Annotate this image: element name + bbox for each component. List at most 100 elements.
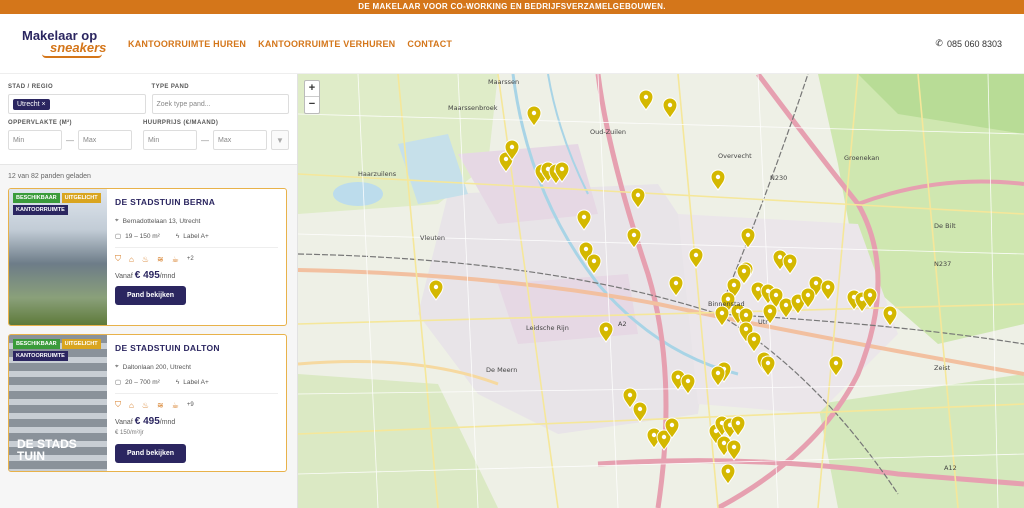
price-prefix: Vanaf	[115, 273, 133, 280]
map-pin-dot	[741, 268, 747, 274]
property-card[interactable]: BESCHIKBAAR UITGELICHT KANTOORRUIMTE DE …	[8, 334, 287, 472]
more-amenities: +9	[186, 402, 194, 408]
map-label: Maarssenbroek	[448, 104, 498, 112]
map-pin-dot	[685, 378, 691, 384]
map-pin-dot	[581, 214, 587, 220]
map-pin-dot	[667, 102, 673, 108]
map-pin-dot	[693, 252, 699, 258]
map-pin-dot	[767, 308, 773, 314]
map-pin-dot	[715, 174, 721, 180]
map-pin-dot	[627, 392, 633, 398]
listing-panel: STAD / REGIO Utrecht × TYPE PAND Zoek ty…	[0, 74, 298, 508]
city-filter-input[interactable]: Utrecht ×	[8, 94, 146, 114]
map-pin-dot	[887, 310, 893, 316]
main-nav: KANTOORRUIMTE HUREN KANTOORRUIMTE VERHUR…	[128, 39, 452, 49]
phone-link[interactable]: ✆ 085 060 8303	[935, 38, 1002, 49]
city-chip[interactable]: Utrecht ×	[13, 98, 50, 110]
property-title[interactable]: DE STADSTUIN BERNA	[115, 197, 278, 207]
coffee-icon: ☕	[171, 254, 179, 264]
map-label: De Meern	[486, 366, 518, 374]
kitchen-icon: ♨	[141, 254, 150, 264]
wifi-icon: ≋	[157, 400, 164, 410]
zoom-in-button[interactable]: +	[305, 81, 319, 97]
map-pin-dot	[433, 284, 439, 290]
map-pin-dot	[783, 302, 789, 308]
price-suffix: /mnd	[159, 273, 176, 280]
zoom-control: + −	[304, 80, 320, 114]
map-label: Oud-Zuilen	[590, 128, 627, 136]
area-icon: ▢	[115, 233, 122, 240]
reception-icon: ⌂	[129, 254, 134, 264]
brand-line2: sneakers	[50, 40, 107, 55]
map-pin-dot	[731, 282, 737, 288]
map-label: Maarssen	[488, 78, 520, 86]
view-property-button[interactable]: Pand bekijken	[115, 286, 187, 305]
nav-contact[interactable]: CONTACT	[407, 39, 452, 49]
area-max-input[interactable]: Max	[78, 130, 132, 150]
energy-icon: ϟ	[175, 232, 180, 240]
badge-type: KANTOORRUIMTE	[13, 351, 68, 361]
price-per-sqm: € 150/m²/jr	[115, 430, 144, 436]
nav-verhuren[interactable]: KANTOORRUIMTE VERHUREN	[258, 39, 395, 49]
energy-icon: ϟ	[175, 378, 180, 386]
brand-logo[interactable]: Makelaar op sneakers	[22, 29, 108, 58]
area-filter-label: OPPERVLAKTE (M²)	[8, 120, 72, 126]
zoom-out-button[interactable]: −	[305, 97, 319, 113]
nav-huren[interactable]: KANTOORRUIMTE HUREN	[128, 39, 246, 49]
badge-available: BESCHIKBAAR	[13, 339, 60, 349]
badge-featured: UITGELICHT	[61, 193, 101, 203]
price-value: € 495	[134, 416, 160, 427]
map-pin-dot	[735, 420, 741, 426]
promo-banner: DE MAKELAAR VOOR CO-WORKING EN BEDRIJFSV…	[0, 0, 1024, 14]
map-label: Haarzuilens	[358, 170, 397, 178]
map-pin-dot	[867, 292, 873, 298]
property-card[interactable]: BESCHIKBAAR UITGELICHT KANTOORRUIMTE DE …	[8, 188, 287, 326]
map-pin-dot	[715, 370, 721, 376]
map-pin-dot	[603, 326, 609, 332]
more-amenities: +2	[186, 256, 194, 262]
amenities: ⛉ ⌂ ♨ ≋ ☕ +2	[115, 254, 278, 264]
map-pin-dot	[559, 166, 565, 172]
badge-type: KANTOORRUIMTE	[13, 205, 68, 215]
map-pin-dot	[795, 298, 801, 304]
type-filter-label: TYPE PAND	[151, 84, 189, 90]
map-pin-dot	[661, 434, 667, 440]
badge-available: BESCHIKBAAR	[13, 193, 60, 203]
rent-filter-label: HUURPRIJS (€/MAAND)	[143, 120, 219, 126]
map-label: Zeist	[934, 364, 951, 372]
rent-min-input[interactable]: Min	[143, 130, 197, 150]
site-header: Makelaar op sneakers KANTOORRUIMTE HUREN…	[0, 14, 1024, 74]
energy-label: Label A+	[183, 378, 209, 386]
map-pin-dot	[777, 254, 783, 260]
security-icon: ⛉	[115, 254, 121, 263]
property-title[interactable]: DE STADSTUIN DALTON	[115, 343, 278, 353]
map-label: Overvecht	[718, 152, 752, 160]
map-label: Binnenstad	[708, 300, 745, 308]
map-pin-dot	[765, 360, 771, 366]
location-icon: ⌖	[115, 217, 119, 224]
security-icon: ⛉	[115, 400, 121, 409]
map-pin-dot	[743, 326, 749, 332]
type-filter-input[interactable]: Zoek type pand...	[151, 94, 289, 114]
map-pin-dot	[813, 280, 819, 286]
area-min-input[interactable]: Min	[8, 130, 62, 150]
map-pin-dot	[825, 284, 831, 290]
view-property-button[interactable]: Pand bekijken	[115, 444, 187, 463]
property-image: BESCHIKBAAR UITGELICHT KANTOORRUIMTE	[9, 189, 107, 325]
map-pin-dot	[719, 310, 725, 316]
location-icon: ⌖	[115, 363, 119, 370]
phone-icon: ✆	[935, 38, 943, 48]
property-map[interactable]: + − Maarssen Maarssenbroek Oud-Zuilen Ov…	[298, 74, 1024, 508]
amenities: ⛉ ⌂ ♨ ≋ ☕ +9	[115, 400, 278, 410]
map-pin-dot	[631, 232, 637, 238]
map-pin-dot	[805, 292, 811, 298]
rent-max-input[interactable]: Max	[213, 130, 267, 150]
map-label: A2	[618, 320, 627, 328]
map-pin-dot	[725, 468, 731, 474]
badge-featured: UITGELICHT	[61, 339, 101, 349]
map-pin-dot	[755, 286, 761, 292]
map-pin-dot	[721, 440, 727, 446]
filter-icon[interactable]: ▼	[271, 130, 289, 150]
filter-panel: STAD / REGIO Utrecht × TYPE PAND Zoek ty…	[0, 74, 297, 165]
map-canvas[interactable]	[298, 74, 1024, 508]
